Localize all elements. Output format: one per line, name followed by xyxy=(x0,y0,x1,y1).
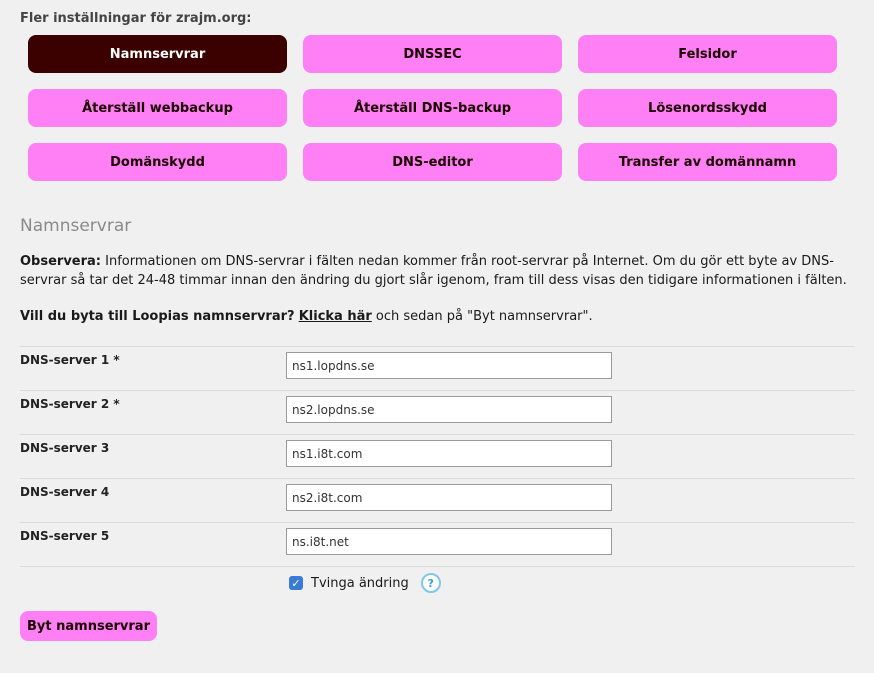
restore-web-backup-button[interactable]: Återställ webbackup xyxy=(28,89,287,127)
force-change-checkbox[interactable]: ✓ xyxy=(289,576,303,590)
help-icon[interactable]: ? xyxy=(420,573,441,593)
force-change-option: ✓ Tvinga ändring ? xyxy=(289,573,441,593)
dns-server-label: DNS-server 1 * xyxy=(20,353,120,367)
dns-server-2-input[interactable] xyxy=(286,396,612,423)
domain-transfer-button[interactable]: Transfer av domännamn xyxy=(578,143,837,181)
dns-server-label: DNS-server 3 xyxy=(20,441,110,455)
notice-body: Informationen om DNS-servrar i fälten ne… xyxy=(20,254,847,288)
dns-server-row-2: DNS-server 2 * xyxy=(20,390,855,434)
dns-server-row-1: DNS-server 1 * xyxy=(20,346,855,390)
notice-text: Observera: Informationen om DNS-servrar … xyxy=(20,252,860,290)
domain-protection-button[interactable]: Domänskydd xyxy=(28,143,287,181)
dns-server-label: DNS-server 5 xyxy=(20,529,110,543)
nameservers-button[interactable]: Namnservrar xyxy=(28,35,287,73)
dnssec-button[interactable]: DNSSEC xyxy=(303,35,562,73)
click-here-link[interactable]: Klicka här xyxy=(299,309,372,324)
dns-server-4-input[interactable] xyxy=(286,484,612,511)
dns-server-row-4: DNS-server 4 xyxy=(20,478,855,522)
dns-server-3-input[interactable] xyxy=(286,440,612,467)
dns-server-row-5: DNS-server 5 xyxy=(20,522,855,566)
notice-label: Observera: xyxy=(20,254,101,269)
force-change-label: Tvinga ändring xyxy=(311,575,409,591)
restore-dns-backup-button[interactable]: Återställ DNS-backup xyxy=(303,89,562,127)
dns-editor-button[interactable]: DNS-editor xyxy=(303,143,562,181)
dns-server-1-input[interactable] xyxy=(286,352,612,379)
form-divider xyxy=(20,566,855,567)
dns-server-label: DNS-server 2 * xyxy=(20,397,120,411)
switch-question: Vill du byta till Loopias namnservrar? xyxy=(20,309,295,324)
error-pages-button[interactable]: Felsidor xyxy=(578,35,837,73)
change-nameservers-button[interactable]: Byt namnservrar xyxy=(20,611,157,641)
dns-server-5-input[interactable] xyxy=(286,528,612,555)
settings-button-grid: Namnservrar DNSSEC Felsidor Återställ we… xyxy=(28,35,837,181)
dns-server-row-3: DNS-server 3 xyxy=(20,434,855,478)
dns-server-label: DNS-server 4 xyxy=(20,485,110,499)
more-settings-heading: Fler inställningar för zrajm.org: xyxy=(20,11,252,26)
section-title: Namnservrar xyxy=(20,216,132,236)
password-protection-button[interactable]: Lösenordsskydd xyxy=(578,89,837,127)
switch-nameservers-line: Vill du byta till Loopias namnservrar? K… xyxy=(20,309,593,324)
switch-rest: och sedan på "Byt namnservrar". xyxy=(375,309,593,324)
